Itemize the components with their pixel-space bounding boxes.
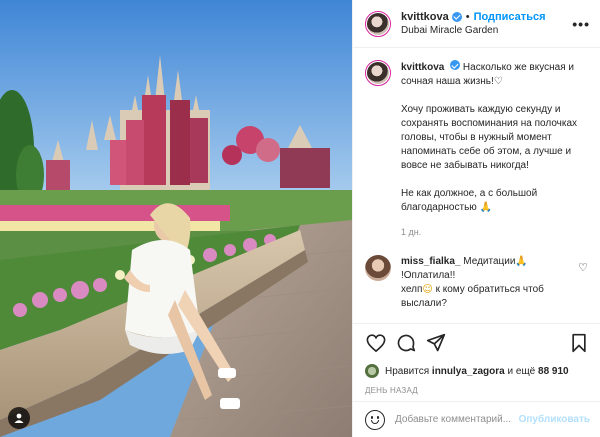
emoji-picker-icon[interactable]: [365, 409, 385, 430]
comments-section: kvittkova Насколько же вкусная и сочная …: [353, 48, 600, 323]
comment-input[interactable]: [395, 414, 519, 425]
location-link[interactable]: Dubai Miracle Garden: [401, 24, 546, 38]
post-actions: Нравится innulya_zagora и ещё 88 910 ДЕН…: [353, 323, 600, 401]
heart-emoji: ♡: [493, 76, 503, 87]
caption-username[interactable]: kvittkova: [401, 62, 444, 73]
comment-like-icon[interactable]: ♡: [578, 261, 588, 274]
post-header: kvittkova • Подписаться Dubai Miracle Ga…: [353, 0, 600, 48]
comment-text-1: Медитации: [463, 256, 516, 267]
comment-icon[interactable]: [395, 332, 417, 354]
likes-summary: Нравится innulya_zagora и ещё 88 910: [365, 364, 590, 378]
post-photo[interactable]: [0, 0, 352, 437]
verified-badge-icon: [451, 11, 462, 22]
liker-username[interactable]: innulya_zagora: [432, 366, 505, 377]
pray-emoji: 🙏: [515, 256, 528, 267]
liker-avatar[interactable]: [365, 364, 379, 378]
post-side-panel: kvittkova • Подписаться Dubai Miracle Ga…: [352, 0, 600, 437]
caption-author-avatar[interactable]: [365, 60, 391, 86]
post-image: [0, 0, 352, 437]
verified-badge-icon: [450, 60, 461, 70]
caption-timestamp[interactable]: 1 дн.: [401, 225, 590, 239]
separator-dot: •: [465, 10, 470, 23]
author-username[interactable]: kvittkova: [401, 10, 449, 24]
more-options-icon[interactable]: •••: [572, 16, 590, 32]
instagram-post: kvittkova • Подписаться Dubai Miracle Ga…: [0, 0, 600, 437]
caption: kvittkova Насколько же вкусная и сочная …: [365, 60, 590, 239]
like-icon[interactable]: [365, 332, 387, 354]
tagged-user-icon[interactable]: [8, 407, 30, 429]
post-date[interactable]: ДЕНЬ НАЗАД: [365, 386, 590, 395]
pray-emoji: 🙏: [479, 202, 493, 213]
likes-count[interactable]: 88 910: [538, 366, 569, 377]
share-icon[interactable]: [425, 332, 447, 354]
publish-button[interactable]: Опубликовать: [519, 414, 590, 425]
commenter-username[interactable]: miss_fialka_: [401, 256, 461, 267]
follow-button[interactable]: Подписаться: [474, 10, 546, 24]
commenter-avatar[interactable]: [365, 255, 391, 281]
caption-paragraph-3: Не как должное, а с большой благодарност…: [401, 188, 538, 213]
author-avatar[interactable]: [365, 10, 391, 37]
bookmark-icon[interactable]: [568, 332, 590, 354]
add-comment-bar: Опубликовать: [353, 401, 600, 437]
caption-paragraph-2: Хочу проживать каждую секунду и сохранят…: [401, 104, 578, 171]
comment-text-2: !Оплатила!!: [401, 270, 456, 281]
smile-emoji: ☺: [422, 284, 433, 295]
comment-item: miss_fialka_ Медитации🙏 !Оплатила!! хелп…: [365, 255, 590, 311]
comment-text-3-pre: хелп: [401, 284, 423, 295]
